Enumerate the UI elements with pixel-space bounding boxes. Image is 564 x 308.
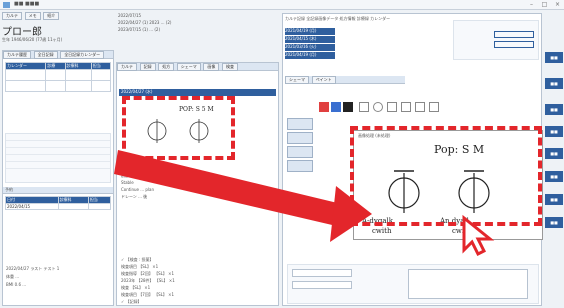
mouse-pointer-icon [462,214,495,257]
callout-arrow [114,150,372,242]
